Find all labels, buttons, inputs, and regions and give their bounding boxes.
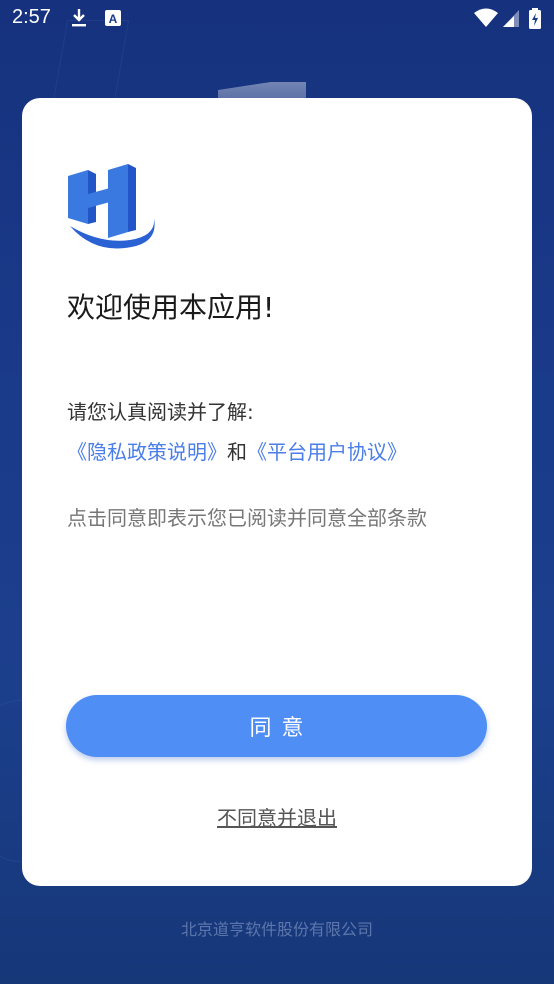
decline-exit-link[interactable]: 不同意并退出 [217,806,337,830]
svg-text:A: A [109,12,118,26]
battery-icon [528,8,542,34]
policy-links: 《隐私政策说明》和《平台用户协议》 [67,436,407,465]
intro-text: 请您认真阅读并了解: [67,400,254,424]
privacy-dialog: 欢迎使用本应用! 请您认真阅读并了解: 《隐私政策说明》和《平台用户协议》 点击… [22,98,532,886]
privacy-policy-link[interactable]: 《隐私政策说明》 [67,440,227,464]
keyboard-a-icon: A [104,8,122,32]
download-icon [70,8,88,32]
signal-icon [502,8,520,32]
app-screen: 2:57 A 欢迎使用本应用! 请您认真阅读并了解: 《隐私政策说明》和《平台用… [0,0,554,984]
status-bar: 2:57 A [0,0,554,38]
h-logo-icon [66,164,158,256]
user-agreement-link[interactable]: 《平台用户协议》 [247,440,407,464]
company-footer: 北京道亨软件股份有限公司 [180,920,373,939]
consent-note: 点击同意即表示您已阅读并同意全部条款 [67,506,427,530]
welcome-title: 欢迎使用本应用! [67,291,275,324]
agree-button[interactable]: 同意 [66,695,487,757]
decline-container: 不同意并退出 [22,802,532,831]
wifi-icon [474,8,498,32]
and-text: 和 [227,440,247,464]
status-time: 2:57 [12,6,51,28]
